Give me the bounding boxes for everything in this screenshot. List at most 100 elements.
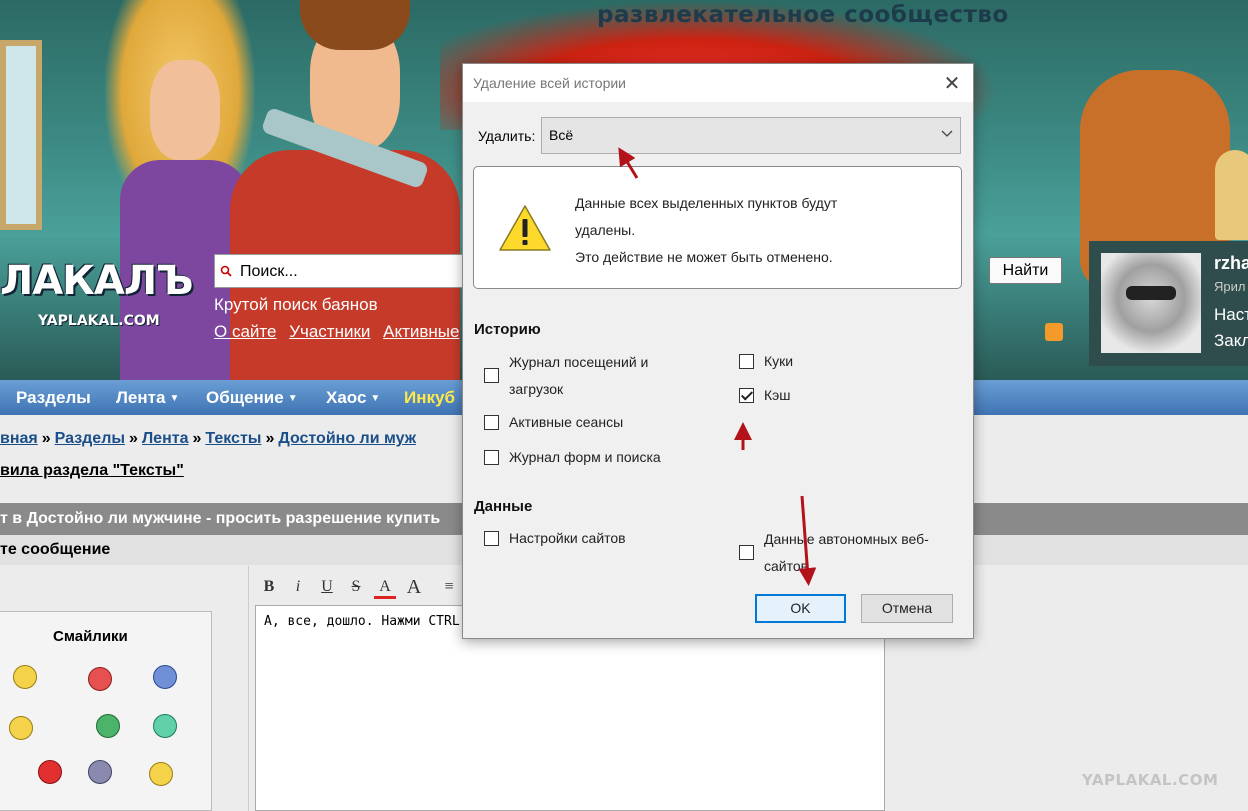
search-input[interactable]: Поиск... [214, 254, 474, 288]
crumb-sections[interactable]: Разделы [55, 430, 125, 447]
nav-item-chat[interactable]: Общение ▼ [206, 388, 298, 408]
checkbox-label[interactable]: Журнал посещений и [509, 349, 648, 376]
checkbox-cookies[interactable] [739, 354, 754, 369]
nav-item-sections[interactable]: Разделы [16, 388, 91, 408]
close-icon[interactable]: ✕ [939, 70, 965, 96]
data-section-title: Данные [474, 498, 533, 515]
user-bookmarks-link[interactable]: Закл [1214, 331, 1248, 351]
checkbox-label[interactable]: Настройки сайтов [509, 525, 626, 552]
smiley-icon[interactable] [88, 667, 112, 691]
checkbox-label[interactable]: Кэш [764, 382, 791, 409]
user-meta: Ярил [1214, 279, 1246, 294]
font-size-button[interactable]: A [403, 575, 425, 599]
cancel-button[interactable]: Отмена [861, 594, 953, 623]
crumb-sep: » [129, 430, 138, 447]
user-panel: rzha Ярил Наст Закл [1089, 241, 1248, 366]
search-icon [220, 265, 232, 277]
link-members[interactable]: Участники [289, 322, 370, 341]
align-button[interactable]: ≡ [438, 575, 460, 599]
chevron-down-icon: ▼ [169, 393, 180, 404]
crumb-sep: » [41, 430, 51, 447]
checkbox-site-settings[interactable] [484, 531, 499, 546]
rss-icon[interactable] [1045, 323, 1063, 341]
ok-button[interactable]: OK [755, 594, 846, 623]
smileys-panel: Смайлики [0, 611, 212, 811]
smiley-icon[interactable] [96, 714, 120, 738]
smiley-icon[interactable] [153, 714, 177, 738]
crumb-texts[interactable]: Тексты [205, 430, 261, 447]
nav-label: Инкуб [404, 388, 455, 407]
banner-window [0, 40, 42, 230]
nav-label: Лента [116, 388, 166, 407]
crumb-home[interactable]: вная [0, 430, 38, 447]
strike-button[interactable]: S [345, 575, 367, 599]
avatar[interactable] [1101, 253, 1201, 353]
crumb-topic[interactable]: Достойно ли муж [278, 430, 416, 447]
nav-label: Общение [206, 388, 284, 407]
checkbox-label[interactable]: Журнал форм и поиска [509, 444, 661, 471]
header-links: О сайте Участники Активные [214, 322, 467, 342]
dialog-title: Удаление всей истории [473, 75, 627, 91]
delete-range-label: Удалить: [478, 128, 536, 144]
history-section-title: Историю [474, 321, 541, 338]
delete-range-value: Всё [549, 127, 574, 143]
checkbox-label[interactable]: загрузок [509, 376, 563, 403]
bold-button[interactable]: B [258, 575, 280, 599]
find-button[interactable]: Найти [989, 257, 1062, 284]
warning-line: Данные всех выделенных пунктов будут [575, 195, 838, 211]
smiley-icon[interactable] [38, 760, 62, 784]
user-settings-link[interactable]: Наст [1214, 305, 1248, 325]
warning-line: удалены. [575, 222, 636, 238]
search-hint: Крутой поиск баянов [214, 295, 378, 314]
delete-range-select[interactable]: Всё [541, 117, 961, 154]
avatar-glasses [1126, 286, 1176, 300]
nav-item-chaos[interactable]: Хаос ▼ [326, 388, 380, 408]
underline-button[interactable]: U [316, 575, 338, 599]
font-color-button[interactable]: A [374, 575, 396, 599]
nav-item-incubator[interactable]: Инкуб [404, 388, 455, 408]
banner-lamp [1215, 150, 1248, 240]
checkbox-form-history[interactable] [484, 450, 499, 465]
italic-button[interactable]: i [287, 575, 309, 599]
crumb-feed[interactable]: Лента [142, 430, 189, 447]
site-tagline: развлекательное сообщество [597, 2, 1009, 28]
checkbox-active-sessions[interactable] [484, 415, 499, 430]
checkbox-label[interactable]: сайтов [764, 553, 808, 580]
checkbox-label[interactable]: Куки [764, 348, 793, 375]
checkbox-cache[interactable] [739, 388, 754, 403]
chevron-down-icon [941, 130, 953, 137]
search-placeholder: Поиск... [240, 263, 298, 280]
banner-girl-face [150, 60, 220, 160]
site-domain: YAPLAKAL.COM [38, 313, 160, 329]
warning-icon [499, 205, 551, 251]
smiley-icon[interactable] [88, 760, 112, 784]
chevron-down-icon: ▼ [287, 393, 298, 404]
rules-link[interactable]: вила раздела "Тексты" [0, 462, 184, 480]
link-active[interactable]: Активные [383, 322, 459, 341]
site-logo[interactable]: ЛАКАЛЪ [0, 258, 194, 304]
smiley-icon[interactable] [9, 716, 33, 740]
dialog-titlebar: Удаление всей истории ✕ [463, 64, 973, 102]
warning-box: Данные всех выделенных пунктов будут уда… [473, 166, 962, 289]
crumb-sep: » [192, 430, 202, 447]
checkbox-label[interactable]: Активные сеансы [509, 409, 623, 436]
checkbox-label[interactable]: Данные автономных веб- [764, 526, 929, 553]
smiley-icon[interactable] [13, 665, 37, 689]
smileys-title: Смайлики [53, 628, 128, 645]
link-about[interactable]: О сайте [214, 322, 276, 341]
nav-label: Хаос [326, 388, 367, 407]
watermark: YAPLAKAL.COM [1082, 771, 1219, 789]
smiley-icon[interactable] [153, 665, 177, 689]
warning-line: Это действие не может быть отменено. [575, 249, 833, 265]
nav-item-feed[interactable]: Лента ▼ [116, 388, 179, 408]
crumb-sep: » [265, 430, 275, 447]
breadcrumb: вная» Разделы» Лента» Тексты» Достойно ли му… [0, 430, 416, 448]
username[interactable]: rzha [1214, 253, 1248, 274]
chevron-down-icon: ▼ [370, 393, 381, 404]
checkbox-browsing-history[interactable] [484, 368, 499, 383]
message-text: А, все, дошло. Нажми CTRL [264, 614, 460, 629]
clear-history-dialog: Удаление всей истории ✕ Удалить: Всё Дан… [462, 63, 974, 639]
nav-label: Разделы [16, 388, 91, 407]
checkbox-offline-data[interactable] [739, 545, 754, 560]
smiley-icon[interactable] [149, 762, 173, 786]
